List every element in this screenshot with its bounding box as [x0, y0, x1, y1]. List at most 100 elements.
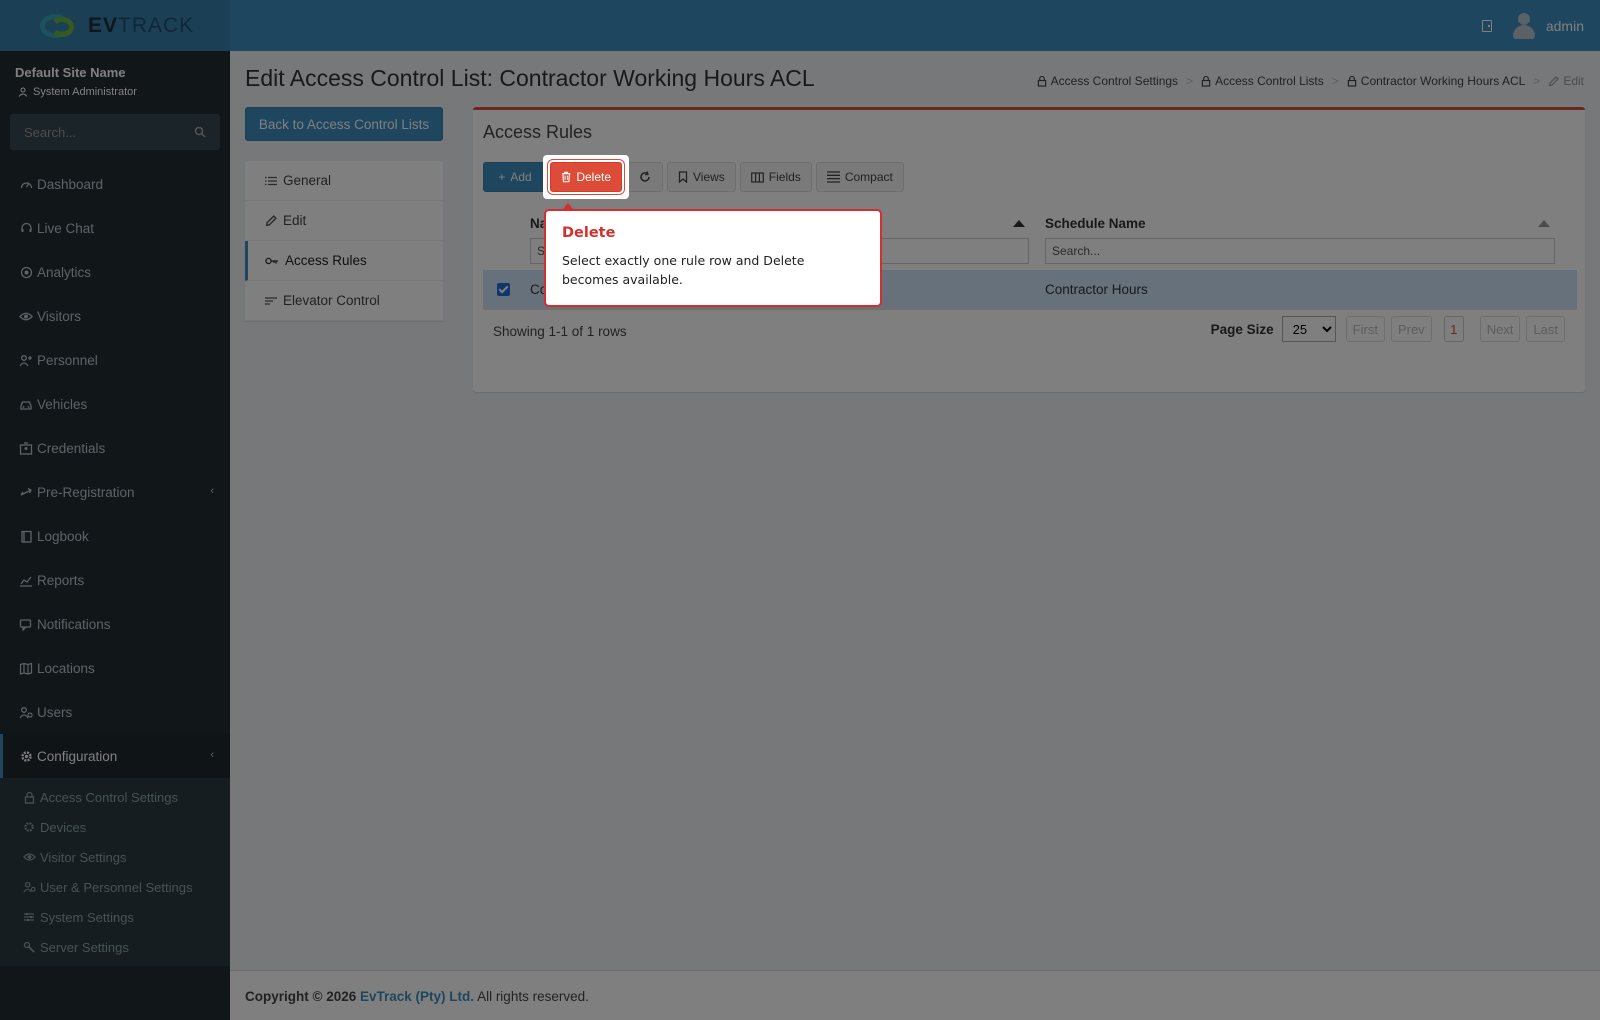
headset-icon — [19, 221, 33, 235]
arrows-icon — [19, 485, 33, 499]
sidebar-subitem-visitor-settings[interactable]: Visitor Settings — [0, 842, 230, 872]
page-size-select[interactable]: 25 — [1281, 316, 1336, 342]
configuration-submenu: Access Control Settings Devices Visitor … — [0, 778, 230, 966]
table-footer: Showing 1-1 of 1 rows Page Size 25 First… — [483, 316, 1577, 350]
acl-tab-nav: General Edit Access Rules Elevator Contr… — [245, 161, 443, 321]
schedule-column-header[interactable]: Schedule Name — [1045, 216, 1146, 231]
sidebar-item-vehicles[interactable]: Vehicles — [0, 382, 230, 426]
users-icon — [19, 705, 33, 719]
schedule-name-cell: Contractor Hours — [1045, 282, 1148, 297]
user-icon — [18, 87, 28, 97]
compact-button[interactable]: Compact — [815, 162, 904, 192]
user-name: admin — [1545, 17, 1584, 34]
pencil-icon — [265, 214, 277, 226]
page-title: Edit Access Control List: Contractor Wor… — [245, 65, 815, 91]
sidebar-item-logbook[interactable]: Logbook — [0, 514, 230, 558]
logo-text: EVTRACK — [88, 13, 195, 37]
sidebar-subitem-access-control-settings[interactable]: Access Control Settings — [0, 782, 230, 812]
tab-general[interactable]: General — [245, 161, 443, 201]
breadcrumb-acl-name[interactable]: Contractor Working Hours ACL — [1347, 74, 1525, 88]
delete-highlight: Delete — [543, 155, 629, 199]
map-icon — [19, 661, 33, 675]
trash-icon — [561, 171, 571, 183]
target-icon — [19, 265, 33, 279]
search-icon[interactable] — [194, 126, 206, 138]
compact-icon — [826, 171, 840, 183]
sidebar-item-credentials[interactable]: Credentials — [0, 426, 230, 470]
next-page-button[interactable]: Next — [1479, 316, 1521, 342]
tab-edit[interactable]: Edit — [245, 201, 443, 241]
sidebar-item-personnel[interactable]: Personnel — [0, 338, 230, 382]
fields-button[interactable]: Fields — [739, 162, 812, 192]
chart-icon — [19, 573, 33, 587]
sidebar-item-analytics[interactable]: Analytics — [0, 250, 230, 294]
sidebar-item-dashboard[interactable]: Dashboard — [0, 162, 230, 206]
breadcrumb-access-control-lists[interactable]: Access Control Lists — [1201, 74, 1324, 88]
back-to-acl-button[interactable]: Back to Access Control Lists — [245, 107, 443, 141]
breadcrumb-access-control-settings[interactable]: Access Control Settings — [1037, 74, 1178, 88]
car-icon — [19, 397, 33, 411]
sidebar-search[interactable] — [10, 114, 220, 150]
sidebar-subitem-server-settings[interactable]: Server Settings — [0, 932, 230, 962]
logout-icon[interactable] — [1481, 19, 1492, 32]
main-content: Edit Access Control List: Contractor Wor… — [230, 51, 1600, 970]
first-page-button[interactable]: First — [1345, 316, 1385, 342]
tooltip-body: Select exactly one rule row and Delete b… — [562, 253, 805, 287]
sidebar-subitem-user-personnel-settings[interactable]: User & Personnel Settings — [0, 872, 230, 902]
breadcrumb-edit: Edit — [1548, 74, 1584, 88]
lock-icon — [1347, 75, 1357, 87]
eye-icon — [19, 309, 33, 323]
lock-icon — [1037, 75, 1046, 87]
page-footer: Copyright © 2026 EvTrack (Pty) Ltd. All … — [230, 970, 1600, 1020]
sidebar: Default Site Name System Administrator D… — [0, 51, 230, 1020]
lock-icon — [1201, 75, 1211, 87]
sort-asc-icon[interactable] — [1013, 220, 1025, 227]
sidebar-item-locations[interactable]: Locations — [0, 646, 230, 690]
breadcrumb-separator: > — [1533, 74, 1541, 88]
tour-tooltip: Delete Select exactly one rule row and D… — [544, 203, 882, 307]
book-icon — [19, 529, 33, 543]
lock-icon — [22, 790, 36, 804]
current-page[interactable]: 1 — [1443, 316, 1464, 342]
tab-elevator-control[interactable]: Elevator Control — [245, 281, 443, 321]
sidebar-subitem-devices[interactable]: Devices — [0, 812, 230, 842]
list-icon — [265, 176, 277, 185]
tab-access-rules[interactable]: Access Rules — [245, 241, 443, 281]
sidebar-item-live-chat[interactable]: Live Chat — [0, 206, 230, 250]
sidebar-item-pre-registration[interactable]: Pre-Registration ‹ — [0, 470, 230, 514]
gear-icon — [19, 749, 33, 763]
tooltip-title: Delete — [562, 225, 616, 241]
delete-rule-button[interactable]: Delete — [550, 162, 622, 192]
sidebar-item-reports[interactable]: Reports — [0, 558, 230, 602]
bookmark-icon — [678, 171, 688, 183]
refresh-button[interactable] — [627, 162, 663, 192]
views-button[interactable]: Views — [667, 162, 736, 192]
company-link[interactable]: EvTrack (Pty) Ltd. — [360, 989, 474, 1004]
eye-icon — [22, 850, 36, 864]
sidebar-item-notifications[interactable]: Notifications — [0, 602, 230, 646]
plus-icon: + — [498, 170, 506, 184]
last-page-button[interactable]: Last — [1526, 316, 1565, 342]
sidebar-search-input[interactable] — [24, 124, 174, 140]
sidebar-item-configuration[interactable]: Configuration ‹ — [0, 734, 230, 778]
pagination: Page Size 25 First Prev 1 Next Last — [1211, 316, 1565, 342]
breadcrumb: Access Control Settings > Access Control… — [1037, 74, 1584, 88]
sidebar-subitem-system-settings[interactable]: System Settings — [0, 902, 230, 932]
sort-asc-icon[interactable] — [1538, 220, 1550, 227]
pencil-icon — [1549, 75, 1560, 86]
gear-icon — [22, 820, 36, 834]
add-rule-button[interactable]: + Add — [483, 162, 547, 192]
user-menu[interactable]: admin — [1512, 12, 1584, 39]
badge-icon — [19, 441, 33, 455]
page-size-label: Page Size — [1210, 321, 1274, 337]
schedule-column-search[interactable] — [1045, 238, 1555, 264]
chevron-left-icon: ‹ — [210, 485, 214, 497]
brand-logo[interactable]: EVTRACK — [0, 0, 230, 51]
user-role: System Administrator — [15, 86, 215, 98]
prev-page-button[interactable]: Prev — [1390, 316, 1432, 342]
sliders-icon — [22, 910, 36, 924]
row-checkbox[interactable] — [497, 283, 510, 296]
sidebar-item-users[interactable]: Users — [0, 690, 230, 734]
sidebar-item-visitors[interactable]: Visitors — [0, 294, 230, 338]
key-icon — [265, 257, 278, 264]
